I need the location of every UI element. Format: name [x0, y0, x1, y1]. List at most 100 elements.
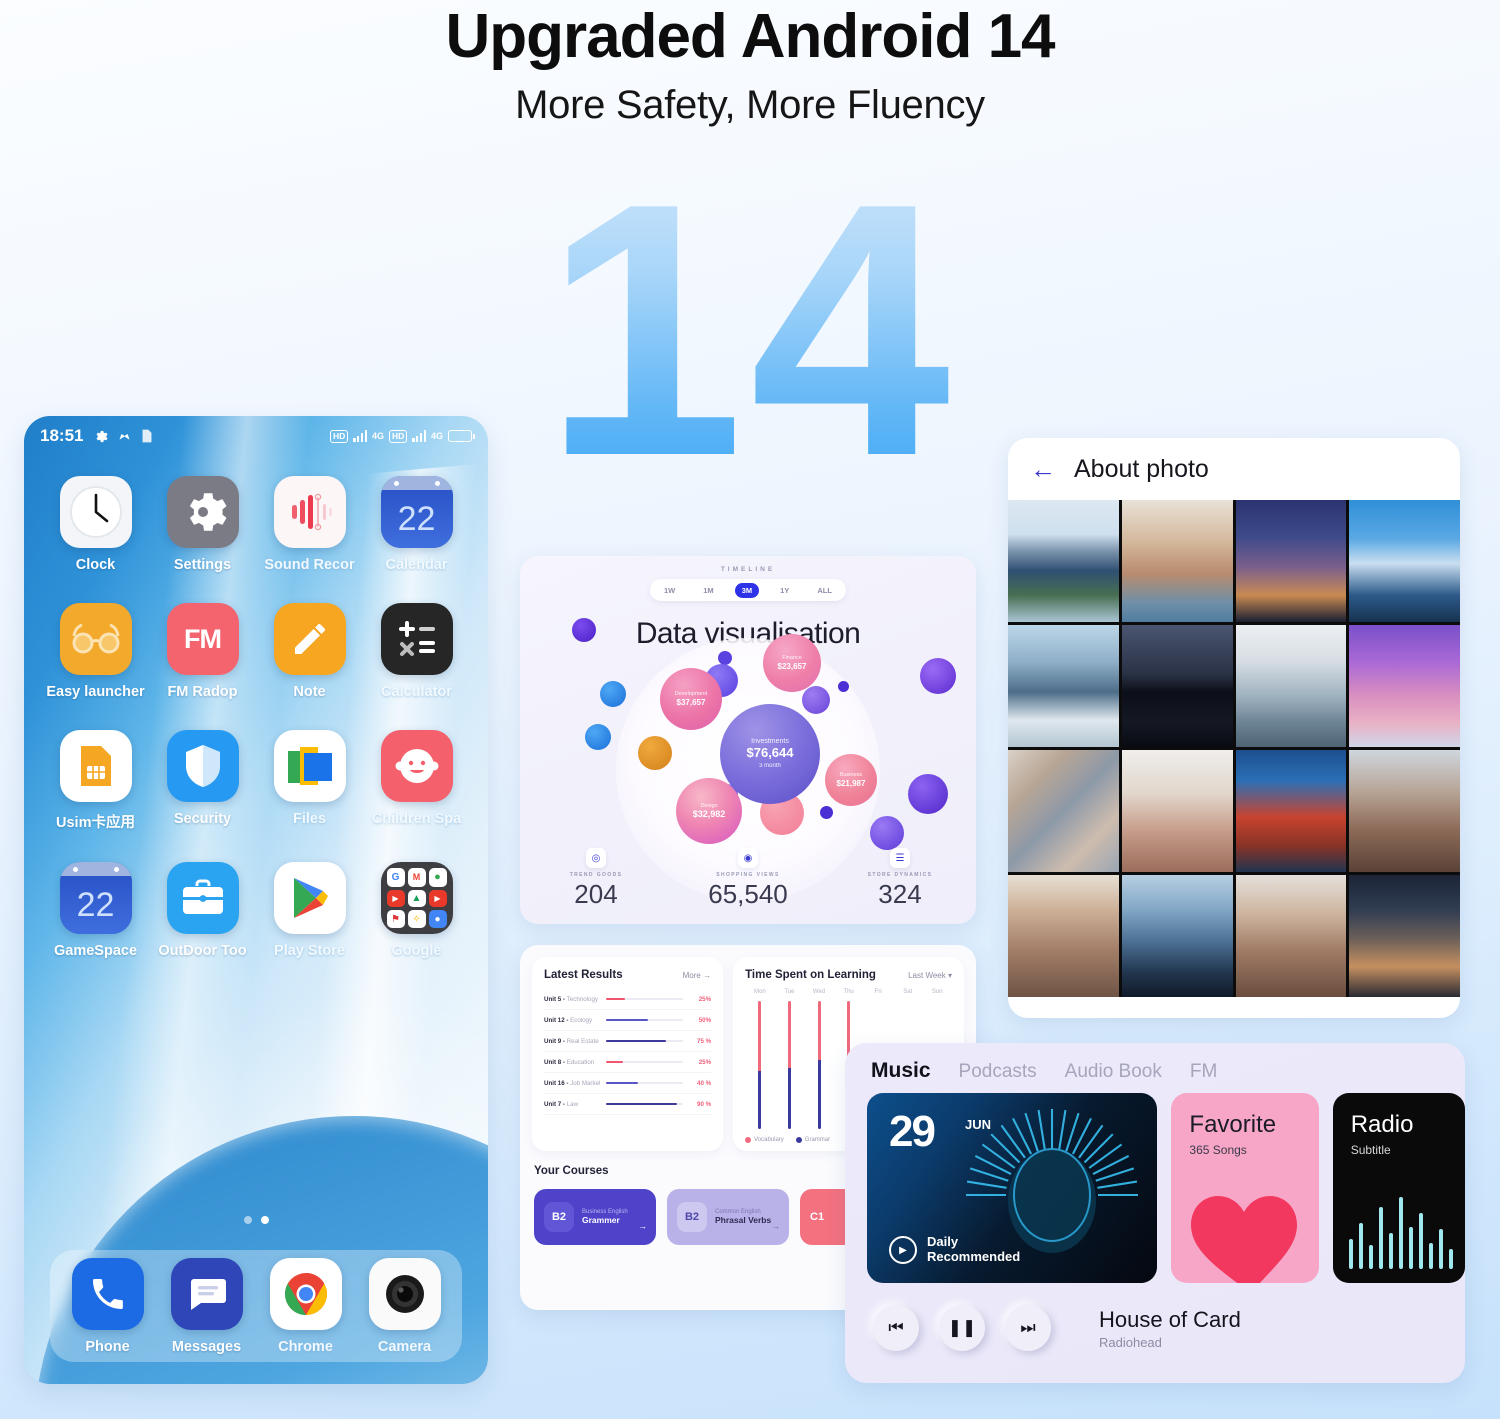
- bar-column: [775, 1001, 805, 1129]
- bubble-small-10[interactable]: [638, 736, 672, 770]
- app-easy-launcher[interactable]: Easy launcher: [42, 603, 149, 700]
- bar-chart-icon: ☰: [890, 848, 910, 868]
- app-label: Settings: [173, 557, 232, 573]
- app-fm-radio[interactable]: FM FM Radop: [149, 603, 256, 700]
- radio-card[interactable]: Radio Subtitle: [1332, 1093, 1465, 1283]
- app-label: Phone: [85, 1338, 130, 1355]
- next-button[interactable]: ⏭: [1005, 1305, 1051, 1351]
- photo-thumb[interactable]: [1235, 500, 1347, 622]
- bubble-small-8[interactable]: [820, 806, 833, 819]
- app-gamespace[interactable]: 22 GameSpace: [42, 862, 149, 959]
- tab-audio-book[interactable]: Audio Book: [1065, 1061, 1162, 1083]
- app-security[interactable]: Security: [149, 730, 256, 832]
- photo-thumb[interactable]: [1121, 875, 1233, 997]
- app-clock[interactable]: Clock: [42, 476, 149, 573]
- bar-column: [745, 1001, 775, 1129]
- result-percent: 25%: [698, 995, 712, 1003]
- bubble-small-9[interactable]: [908, 774, 948, 814]
- course-card-1[interactable]: B2 Business English Grammer →: [534, 1189, 656, 1245]
- bubble-small-6[interactable]: [718, 651, 732, 665]
- dock-chrome[interactable]: Chrome: [256, 1257, 355, 1355]
- bubble-design[interactable]: Design $32,982: [676, 778, 742, 844]
- app-calendar[interactable]: 22 Calendar: [363, 476, 470, 573]
- clock-icon: [59, 476, 132, 548]
- dock-phone[interactable]: Phone: [58, 1257, 157, 1355]
- chrome-icon: [269, 1257, 342, 1330]
- daily-recommended-card[interactable]: 29 JUN ▶ Daily Recommended: [867, 1093, 1158, 1283]
- tab-fm[interactable]: FM: [1190, 1061, 1217, 1083]
- gallery-header: ← About photo: [1008, 438, 1460, 500]
- network-4g-1: 4G: [371, 431, 384, 441]
- photo-thumb[interactable]: [1008, 875, 1119, 997]
- tab-music[interactable]: Music: [871, 1059, 931, 1083]
- bubble-small-12[interactable]: [802, 686, 830, 714]
- tab-podcasts[interactable]: Podcasts: [959, 1061, 1037, 1083]
- bubble-value: $32,982: [692, 808, 726, 819]
- play-icon[interactable]: ▶: [889, 1236, 917, 1265]
- result-unit: Unit 7 - Law: [544, 1100, 579, 1108]
- page-dot-active[interactable]: [260, 1216, 269, 1224]
- bubble-value: $76,644: [746, 745, 794, 761]
- result-row: Unit 9 - Real Estate 75 %: [544, 1031, 712, 1052]
- photo-thumb[interactable]: [1008, 750, 1119, 872]
- photo-thumb[interactable]: [1349, 625, 1460, 747]
- day-label: Wed: [812, 989, 826, 995]
- page-dot[interactable]: [243, 1216, 252, 1224]
- day-label: Sun: [931, 989, 943, 995]
- app-files[interactable]: Files: [256, 730, 363, 832]
- play-store-icon: [273, 862, 346, 934]
- photo-thumb[interactable]: [1121, 750, 1233, 872]
- photo-thumb[interactable]: [1349, 875, 1460, 997]
- photo-thumb[interactable]: [1349, 750, 1460, 872]
- bubble-development[interactable]: Development $37,657: [660, 668, 722, 730]
- legend-item: Vocabulary: [745, 1137, 784, 1143]
- photo-thumb[interactable]: [1121, 500, 1233, 622]
- bubble-small-2[interactable]: [920, 658, 956, 694]
- bubble-small-7[interactable]: [838, 681, 849, 692]
- dock-messages[interactable]: Messages: [157, 1257, 256, 1355]
- course-name: Grammer: [582, 1215, 620, 1225]
- bubble-small-4[interactable]: [585, 724, 611, 750]
- photo-thumb[interactable]: [1008, 625, 1119, 747]
- photo-thumb[interactable]: [1008, 500, 1119, 622]
- app-note[interactable]: Note: [256, 603, 363, 700]
- pause-button[interactable]: ❚❚: [939, 1305, 985, 1351]
- arrow-left-icon[interactable]: ←: [1030, 456, 1056, 482]
- player-controls: ⏮ ❚❚ ⏭ House of Card Radiohead: [845, 1283, 1465, 1351]
- app-sound-recorder[interactable]: Sound Recor: [256, 476, 363, 573]
- status-bar: 18:51 HD 4G HD 4G: [24, 416, 488, 456]
- app-calculator[interactable]: Calculator: [363, 603, 470, 700]
- result-progress: [606, 1102, 684, 1106]
- period-select[interactable]: Last Week ▾: [908, 971, 952, 980]
- app-play-store[interactable]: Play Store: [256, 862, 363, 959]
- bubble-finance[interactable]: Finance $23,657: [763, 634, 821, 692]
- photo-thumb[interactable]: [1235, 625, 1347, 747]
- app-label: Usim卡应用: [56, 815, 135, 831]
- app-usim[interactable]: Usim卡应用: [42, 730, 149, 832]
- photo-thumb[interactable]: [1235, 750, 1347, 872]
- app-row-2: Easy launcher FM FM Radop Note Calculato…: [42, 603, 470, 730]
- heart-icon: [1191, 1196, 1298, 1283]
- result-progress: [606, 1060, 684, 1064]
- silent-icon: [119, 433, 130, 440]
- photo-thumb[interactable]: [1235, 875, 1347, 997]
- favorite-card[interactable]: Favorite 365 Songs: [1171, 1093, 1319, 1283]
- calculator-icon: [380, 603, 453, 675]
- photo-thumb[interactable]: [1349, 500, 1460, 622]
- bubble-business[interactable]: Business $21,987: [825, 754, 877, 806]
- dock-camera[interactable]: Camera: [355, 1257, 454, 1355]
- prev-button[interactable]: ⏮: [873, 1305, 919, 1351]
- app-children-space[interactable]: Children Spa: [363, 730, 470, 832]
- course-card-2[interactable]: B2 Common English Phrasal Verbs →: [667, 1189, 789, 1245]
- app-google-folder[interactable]: G M ● ▶ ▲ ▶ ⚑ ✧ ● Google: [363, 862, 470, 959]
- bubble-small-3[interactable]: [600, 681, 626, 707]
- more-link[interactable]: More →: [683, 971, 711, 980]
- days-axis: Mon Tue Wed Thu Fri Sat Sun: [745, 989, 952, 995]
- app-settings[interactable]: Settings: [149, 476, 256, 573]
- photo-thumb[interactable]: [1121, 625, 1233, 747]
- bubble-small-1[interactable]: [572, 618, 596, 642]
- bubble-investments[interactable]: Investments $76,644 3 month: [720, 704, 820, 804]
- bubble-small-15[interactable]: [870, 816, 904, 850]
- eye-icon: ◉: [738, 848, 758, 868]
- app-outdoor-tools[interactable]: OutDoor Too: [149, 862, 256, 959]
